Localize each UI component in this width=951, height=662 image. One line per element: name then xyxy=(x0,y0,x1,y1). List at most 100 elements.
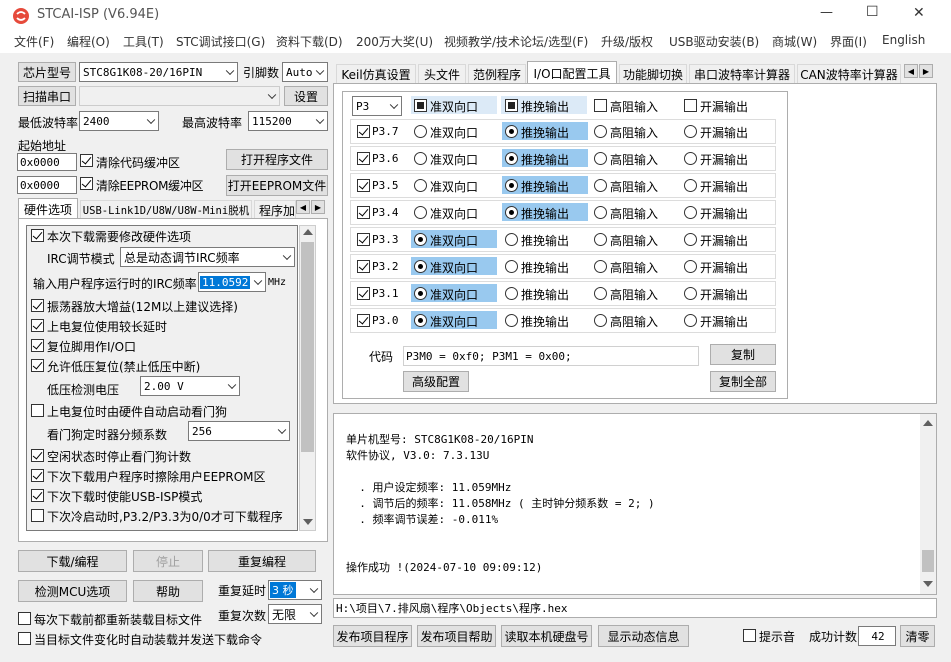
menu-interface[interactable]: 界面(I) xyxy=(830,33,867,50)
pin-mode-radio[interactable] xyxy=(684,125,697,138)
tab-scroll-left-button[interactable]: ◀ xyxy=(296,200,310,214)
min-baud-select[interactable]: 2400 xyxy=(79,111,159,131)
pin-mode-radio[interactable] xyxy=(414,314,427,327)
header-opendrain-checkbox[interactable] xyxy=(684,99,697,112)
tab-scroll-left-button[interactable]: ◀ xyxy=(904,64,918,78)
tab-example[interactable]: 范例程序 xyxy=(468,64,526,83)
open-program-file-button[interactable]: 打开程序文件 xyxy=(226,149,328,170)
pin-mode-radio[interactable] xyxy=(505,314,518,327)
show-dynamic-info-button[interactable]: 显示动态信息 xyxy=(598,625,689,647)
publish-help-button[interactable]: 发布项目帮助 xyxy=(417,625,496,647)
menu-download[interactable]: 资料下载(D) xyxy=(276,33,343,50)
tab-keil-sim[interactable]: Keil仿真设置 xyxy=(336,64,416,83)
menu-usb-driver[interactable]: USB驱动安装(B) xyxy=(669,33,759,50)
lvd-reset-checkbox[interactable] xyxy=(31,359,44,372)
wdt-prescale-select[interactable]: 256 xyxy=(188,421,290,441)
pin-mode-radio[interactable] xyxy=(594,152,607,165)
maximize-icon[interactable]: ☐ xyxy=(866,4,879,20)
pin-mode-radio[interactable] xyxy=(594,125,607,138)
pin-enable-checkbox[interactable] xyxy=(357,287,370,300)
close-icon[interactable]: ✕ xyxy=(913,5,925,21)
tab-usb-link[interactable]: USB-Link1D/U8W/U8W-Mini脱机 xyxy=(80,200,252,219)
pin-enable-checkbox[interactable] xyxy=(357,233,370,246)
max-baud-select[interactable]: 115200 xyxy=(248,111,328,131)
pin-mode-radio[interactable] xyxy=(414,206,427,219)
pin-mode-radio[interactable] xyxy=(594,206,607,219)
scan-port-button[interactable]: 扫描串口 xyxy=(18,86,76,106)
pin-enable-checkbox[interactable] xyxy=(357,152,370,165)
menu-upgrade[interactable]: 升级/版权 xyxy=(601,33,653,50)
log-scroll-down-icon[interactable] xyxy=(923,581,933,587)
pin-enable-checkbox[interactable] xyxy=(357,314,370,327)
osc-gain-checkbox[interactable] xyxy=(31,299,44,312)
pin-count-select[interactable]: Auto xyxy=(282,62,328,82)
download-program-button[interactable]: 下载/编程 xyxy=(18,550,127,572)
port-select[interactable]: P3 xyxy=(352,96,402,116)
menu-file[interactable]: 文件(F) xyxy=(14,33,54,50)
clear-eeprom-checkbox[interactable] xyxy=(80,177,93,190)
clear-code-checkbox[interactable] xyxy=(80,154,93,167)
pin-mode-radio[interactable] xyxy=(684,179,697,192)
pin-enable-checkbox[interactable] xyxy=(357,206,370,219)
log-scrollbar-thumb[interactable] xyxy=(922,550,934,572)
copy-button[interactable]: 复制 xyxy=(710,344,776,365)
repeat-program-button[interactable]: 重复编程 xyxy=(208,550,316,572)
tab-header-file[interactable]: 头文件 xyxy=(418,64,466,83)
eeprom-address-input[interactable]: 0x0000 xyxy=(17,176,77,194)
pin-mode-radio[interactable] xyxy=(414,152,427,165)
tab-io-config[interactable]: I/O口配置工具 xyxy=(527,61,617,84)
scroll-up-icon[interactable] xyxy=(303,229,313,235)
log-scroll-up-icon[interactable] xyxy=(923,420,933,426)
header-quasi-checkbox[interactable] xyxy=(414,99,427,112)
reset-pin-io-checkbox[interactable] xyxy=(31,339,44,352)
tab-can-baud[interactable]: CAN波特率计算器 xyxy=(797,64,901,83)
chip-model-button[interactable]: 芯片型号 xyxy=(18,62,76,82)
header-highz-checkbox[interactable] xyxy=(594,99,607,112)
pin-mode-radio[interactable] xyxy=(594,179,607,192)
tab-scroll-right-button[interactable]: ▶ xyxy=(919,64,933,78)
long-reset-delay-checkbox[interactable] xyxy=(31,319,44,332)
file-path-field[interactable]: H:\项目\7.排风扇\程序\Objects\程序.hex xyxy=(333,598,937,618)
auto-reload-checkbox[interactable] xyxy=(18,632,31,645)
pin-mode-radio[interactable] xyxy=(594,260,607,273)
lvd-voltage-select[interactable]: 2.00 V xyxy=(140,376,240,396)
settings-button[interactable]: 设置 xyxy=(284,86,328,106)
tab-program-encrypt[interactable]: 程序加 xyxy=(254,200,296,219)
publish-program-button[interactable]: 发布项目程序 xyxy=(333,625,412,647)
pin-mode-radio[interactable] xyxy=(684,206,697,219)
output-log[interactable]: 单片机型号: STC8G1K08-20/16PIN 软件协议, V3.0: 7.3… xyxy=(333,413,937,595)
minimize-icon[interactable]: — xyxy=(820,5,833,20)
pin-mode-radio[interactable] xyxy=(594,314,607,327)
menu-debug[interactable]: STC调试接口(G) xyxy=(176,33,265,50)
pin-mode-radio[interactable] xyxy=(414,125,427,138)
help-button[interactable]: 帮助 xyxy=(133,580,203,602)
menu-shop[interactable]: 商城(W) xyxy=(772,33,817,50)
menu-english[interactable]: English xyxy=(882,33,925,47)
clear-count-button[interactable]: 清零 xyxy=(900,625,935,647)
scroll-down-icon[interactable] xyxy=(303,519,313,525)
erase-eeprom-checkbox[interactable] xyxy=(31,469,44,482)
tab-scroll-right-button[interactable]: ▶ xyxy=(311,200,325,214)
reload-before-download-checkbox[interactable] xyxy=(18,612,31,625)
menu-video[interactable]: 视频教学/技术论坛/选型(F) xyxy=(444,33,588,50)
tab-pin-switch[interactable]: 功能脚切换 xyxy=(619,64,687,83)
header-pushpull-checkbox[interactable] xyxy=(505,99,518,112)
pin-mode-radio[interactable] xyxy=(594,233,607,246)
pin-mode-radio[interactable] xyxy=(414,287,427,300)
pin-mode-radio[interactable] xyxy=(505,179,518,192)
menu-prize[interactable]: 200万大奖(U) xyxy=(356,33,433,50)
pin-mode-radio[interactable] xyxy=(505,125,518,138)
pin-mode-radio[interactable] xyxy=(505,206,518,219)
irc-freq-select[interactable]: 11.0592 xyxy=(198,272,266,292)
repeat-count-select[interactable]: 无限 xyxy=(268,604,322,624)
auto-watchdog-checkbox[interactable] xyxy=(31,404,44,417)
pin-enable-checkbox[interactable] xyxy=(357,260,370,273)
read-disk-id-button[interactable]: 读取本机硬盘号 xyxy=(501,625,592,647)
pin-mode-radio[interactable] xyxy=(684,260,697,273)
irc-mode-select[interactable]: 总是动态调节IRC频率 xyxy=(120,247,295,267)
detect-mcu-button[interactable]: 检测MCU选项 xyxy=(18,580,127,602)
repeat-delay-select[interactable]: 3 秒 xyxy=(268,580,322,600)
pin-mode-radio[interactable] xyxy=(505,233,518,246)
idle-stop-wdt-checkbox[interactable] xyxy=(31,449,44,462)
sound-checkbox[interactable] xyxy=(743,629,756,642)
